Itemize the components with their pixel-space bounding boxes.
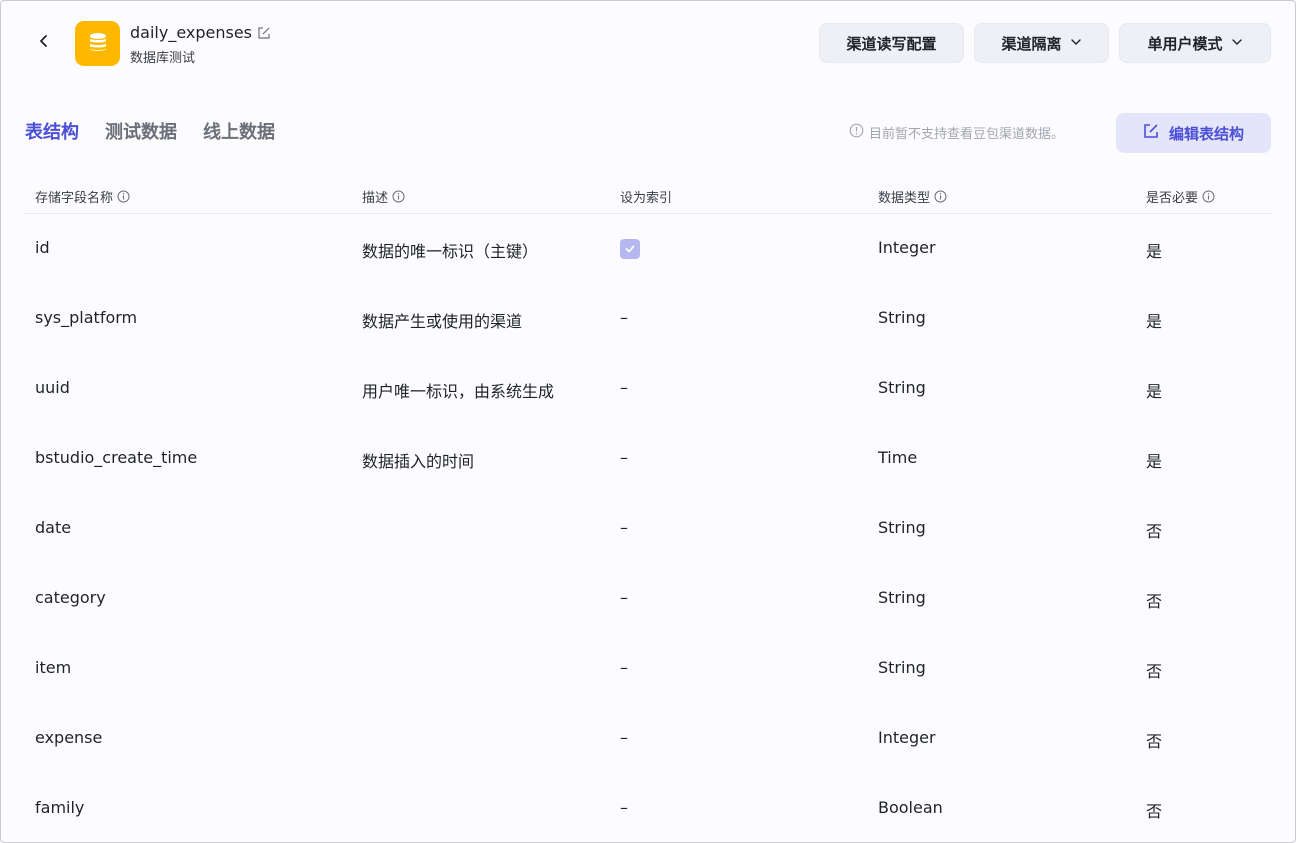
info-icon[interactable]	[1202, 190, 1215, 203]
info-icon	[849, 123, 864, 142]
database-title: daily_expenses	[130, 23, 271, 42]
column-header-label: 是否必要	[1146, 191, 1199, 206]
field-name-cell: id	[35, 238, 50, 257]
required-cell: 否	[1146, 802, 1163, 821]
index-cell: –	[620, 728, 628, 747]
table-row: sys_platform 数据产生或使用的渠道 – String 是	[25, 284, 1273, 354]
field-name-cell: family	[35, 798, 85, 817]
tab-online-data[interactable]: 线上数据	[203, 118, 275, 144]
back-button[interactable]	[31, 29, 57, 55]
field-name-cell: uuid	[35, 378, 70, 397]
edit-icon[interactable]	[257, 26, 271, 40]
database-logo	[75, 21, 120, 66]
table-row: id 数据的唯一标识（主键） Integer 是	[25, 214, 1273, 284]
info-icon[interactable]	[392, 190, 405, 203]
index-cell: –	[620, 798, 628, 817]
column-header-data-type: 数据类型	[878, 187, 947, 206]
channel-isolation-label: 渠道隔离	[1001, 34, 1062, 53]
data-type-cell: Integer	[878, 728, 936, 747]
required-cell: 否	[1146, 732, 1163, 751]
column-header-label: 存储字段名称	[35, 191, 114, 206]
index-cell: –	[620, 658, 628, 677]
field-name-cell: bstudio_create_time	[35, 448, 198, 467]
table-row: family – Boolean 否	[25, 774, 1273, 842]
table-body: id 数据的唯一标识（主键） Integer 是 sys_platform 数据…	[25, 214, 1273, 842]
app-frame: daily_expenses 数据库测试 渠道读写配置 渠道隔离 单用户模式 表…	[0, 0, 1296, 843]
description-cell: 数据的唯一标识（主键）	[362, 242, 539, 261]
field-name-cell: category	[35, 588, 106, 607]
index-cell: –	[620, 518, 628, 537]
required-cell: 是	[1146, 242, 1163, 261]
column-header-description: 描述	[362, 187, 405, 206]
table-row: item – String 否	[25, 634, 1273, 704]
required-cell: 否	[1146, 522, 1163, 541]
notice-label: 目前暂不支持查看豆包渠道数据。	[869, 127, 1065, 142]
index-cell: –	[620, 308, 628, 327]
required-cell: 否	[1146, 592, 1163, 611]
required-cell: 是	[1146, 382, 1163, 401]
data-type-cell: String	[878, 518, 926, 537]
column-header-index: 设为索引	[620, 187, 672, 206]
chevron-down-icon	[1070, 34, 1082, 52]
field-name-cell: sys_platform	[35, 308, 138, 327]
column-header-label: 描述	[362, 191, 389, 206]
channel-config-button[interactable]: 渠道读写配置	[819, 23, 964, 63]
description-cell: 数据插入的时间	[362, 452, 475, 471]
chevron-down-icon	[1231, 34, 1243, 52]
description-cell: 用户唯一标识，由系统生成	[362, 382, 555, 401]
channel-config-label: 渠道读写配置	[846, 34, 937, 53]
edit-icon	[1143, 123, 1159, 143]
user-mode-dropdown[interactable]: 单用户模式	[1119, 23, 1271, 63]
database-name: daily_expenses	[130, 23, 253, 42]
data-type-cell: Integer	[878, 238, 936, 257]
description-cell: 数据产生或使用的渠道	[362, 312, 523, 331]
data-type-cell: Boolean	[878, 798, 943, 817]
data-type-cell: String	[878, 588, 926, 607]
channel-isolation-dropdown[interactable]: 渠道隔离	[974, 23, 1109, 63]
table-header: 存储字段名称 描述 设为索引 数据类型 是否必要	[25, 179, 1273, 214]
info-icon[interactable]	[117, 190, 130, 203]
table-row: uuid 用户唯一标识，由系统生成 – String 是	[25, 354, 1273, 424]
edit-structure-button[interactable]: 编辑表结构	[1116, 113, 1271, 153]
checkmark-icon	[624, 240, 636, 259]
edit-structure-label: 编辑表结构	[1168, 124, 1244, 143]
index-cell: –	[620, 588, 628, 607]
database-icon	[87, 31, 109, 57]
tab-table-structure[interactable]: 表结构	[25, 118, 79, 144]
required-cell: 否	[1146, 662, 1163, 681]
index-checkbox[interactable]	[620, 239, 640, 259]
info-icon[interactable]	[934, 190, 947, 203]
user-mode-label: 单用户模式	[1147, 34, 1223, 53]
data-type-cell: String	[878, 308, 926, 327]
table-row: bstudio_create_time 数据插入的时间 – Time 是	[25, 424, 1273, 494]
data-type-cell: String	[878, 378, 926, 397]
column-header-label: 设为索引	[620, 191, 673, 206]
table-row: date – String 否	[25, 494, 1273, 564]
field-name-cell: item	[35, 658, 72, 677]
chevron-left-icon	[37, 33, 51, 52]
data-type-cell: Time	[878, 448, 918, 467]
required-cell: 是	[1146, 452, 1163, 471]
database-subtitle: 数据库测试	[130, 51, 196, 66]
notice-text: 目前暂不支持查看豆包渠道数据。	[849, 123, 1064, 142]
table-row: expense – Integer 否	[25, 704, 1273, 774]
table-row: category – String 否	[25, 564, 1273, 634]
tab-bar: 表结构 测试数据 线上数据	[25, 118, 275, 144]
tab-test-data[interactable]: 测试数据	[105, 118, 177, 144]
field-name-cell: expense	[35, 728, 103, 747]
column-header-field-name: 存储字段名称	[35, 187, 130, 206]
required-cell: 是	[1146, 312, 1163, 331]
field-name-cell: date	[35, 518, 72, 537]
index-cell: –	[620, 378, 628, 397]
column-header-required: 是否必要	[1146, 187, 1215, 206]
index-cell: –	[620, 448, 628, 467]
column-header-label: 数据类型	[878, 191, 931, 206]
data-type-cell: String	[878, 658, 926, 677]
